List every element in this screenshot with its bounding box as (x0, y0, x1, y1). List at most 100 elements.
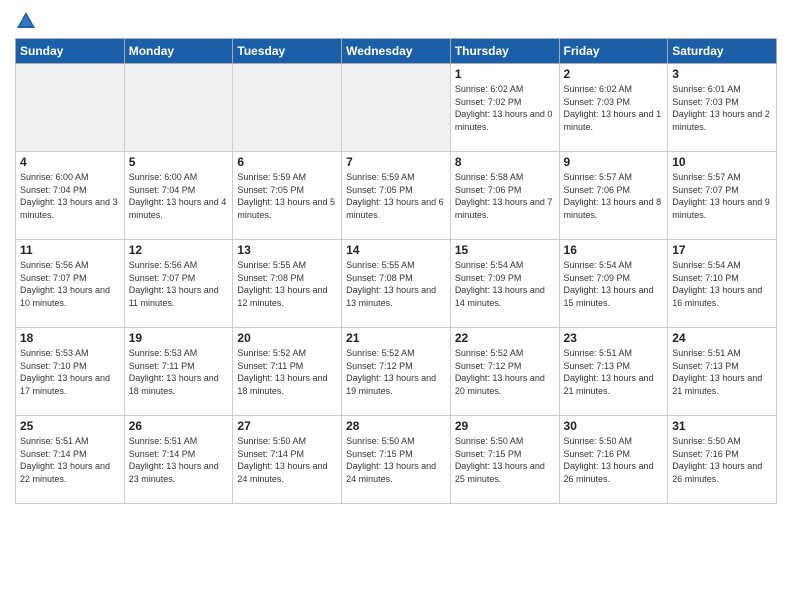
calendar-cell: 3 Sunrise: 6:01 AM Sunset: 7:03 PM Daylig… (668, 64, 777, 152)
day-number: 23 (564, 331, 664, 345)
calendar-cell (124, 64, 233, 152)
calendar-cell: 22 Sunrise: 5:52 AM Sunset: 7:12 PM Dayli… (450, 328, 559, 416)
calendar-cell: 28 Sunrise: 5:50 AM Sunset: 7:15 PM Dayli… (342, 416, 451, 504)
calendar-cell: 7Sunrise: 5:59 AM Sunset: 7:05 PM Daylig… (342, 152, 451, 240)
day-number: 10 (672, 155, 772, 169)
weekday-tuesday: Tuesday (233, 39, 342, 64)
day-number: 19 (129, 331, 229, 345)
calendar-cell: 17 Sunrise: 5:54 AM Sunset: 7:10 PM Dayli… (668, 240, 777, 328)
day-number: 16 (564, 243, 664, 257)
calendar-table: SundayMondayTuesdayWednesdayThursdayFrid… (15, 38, 777, 504)
day-number: 11 (20, 243, 120, 257)
day-number: 31 (672, 419, 772, 433)
day-info: Sunrise: 5:50 AM Sunset: 7:15 PM Dayligh… (346, 435, 446, 485)
day-number: 17 (672, 243, 772, 257)
calendar-body: 1 Sunrise: 6:02 AM Sunset: 7:02 PM Daylig… (16, 64, 777, 504)
calendar-cell: 13 Sunrise: 5:55 AM Sunset: 7:08 PM Dayli… (233, 240, 342, 328)
day-info: Sunrise: 5:51 AM Sunset: 7:13 PM Dayligh… (564, 347, 664, 397)
day-number: 7 (346, 155, 446, 169)
day-number: 22 (455, 331, 555, 345)
calendar-cell: 5 Sunrise: 6:00 AM Sunset: 7:04 PM Daylig… (124, 152, 233, 240)
calendar-cell: 29Sunrise: 5:50 AM Sunset: 7:15 PM Dayli… (450, 416, 559, 504)
weekday-monday: Monday (124, 39, 233, 64)
day-info: Sunrise: 5:58 AM Sunset: 7:06 PM Dayligh… (455, 171, 555, 221)
day-number: 28 (346, 419, 446, 433)
day-number: 27 (237, 419, 337, 433)
calendar-cell: 31 Sunrise: 5:50 AM Sunset: 7:16 PM Dayli… (668, 416, 777, 504)
day-info: Sunrise: 5:54 AM Sunset: 7:09 PM Dayligh… (455, 259, 555, 309)
day-info: Sunrise: 6:00 AM Sunset: 7:04 PM Dayligh… (129, 171, 229, 221)
day-info: Sunrise: 5:52 AM Sunset: 7:12 PM Dayligh… (346, 347, 446, 397)
day-number: 4 (20, 155, 120, 169)
calendar-cell (233, 64, 342, 152)
day-number: 2 (564, 67, 664, 81)
weekday-row: SundayMondayTuesdayWednesdayThursdayFrid… (16, 39, 777, 64)
day-info: Sunrise: 5:51 AM Sunset: 7:14 PM Dayligh… (20, 435, 120, 485)
day-number: 9 (564, 155, 664, 169)
day-number: 20 (237, 331, 337, 345)
day-info: Sunrise: 5:56 AM Sunset: 7:07 PM Dayligh… (129, 259, 229, 309)
header (15, 10, 777, 32)
day-number: 3 (672, 67, 772, 81)
calendar-cell: 30Sunrise: 5:50 AM Sunset: 7:16 PM Dayli… (559, 416, 668, 504)
day-info: Sunrise: 5:50 AM Sunset: 7:16 PM Dayligh… (564, 435, 664, 485)
day-info: Sunrise: 5:50 AM Sunset: 7:16 PM Dayligh… (672, 435, 772, 485)
day-info: Sunrise: 6:02 AM Sunset: 7:02 PM Dayligh… (455, 83, 555, 133)
day-number: 12 (129, 243, 229, 257)
calendar-cell: 18Sunrise: 5:53 AM Sunset: 7:10 PM Dayli… (16, 328, 125, 416)
day-info: Sunrise: 6:01 AM Sunset: 7:03 PM Dayligh… (672, 83, 772, 133)
page: SundayMondayTuesdayWednesdayThursdayFrid… (0, 0, 792, 612)
day-info: Sunrise: 5:57 AM Sunset: 7:07 PM Dayligh… (672, 171, 772, 221)
day-number: 29 (455, 419, 555, 433)
calendar-cell: 15 Sunrise: 5:54 AM Sunset: 7:09 PM Dayli… (450, 240, 559, 328)
day-number: 5 (129, 155, 229, 169)
weekday-sunday: Sunday (16, 39, 125, 64)
day-info: Sunrise: 5:53 AM Sunset: 7:11 PM Dayligh… (129, 347, 229, 397)
calendar-cell: 11 Sunrise: 5:56 AM Sunset: 7:07 PM Dayli… (16, 240, 125, 328)
calendar-cell: 4 Sunrise: 6:00 AM Sunset: 7:04 PM Daylig… (16, 152, 125, 240)
calendar-cell: 10 Sunrise: 5:57 AM Sunset: 7:07 PM Dayli… (668, 152, 777, 240)
day-number: 13 (237, 243, 337, 257)
week-row-1: 1 Sunrise: 6:02 AM Sunset: 7:02 PM Daylig… (16, 64, 777, 152)
day-number: 1 (455, 67, 555, 81)
day-info: Sunrise: 5:55 AM Sunset: 7:08 PM Dayligh… (346, 259, 446, 309)
day-info: Sunrise: 6:02 AM Sunset: 7:03 PM Dayligh… (564, 83, 664, 133)
day-info: Sunrise: 5:57 AM Sunset: 7:06 PM Dayligh… (564, 171, 664, 221)
day-info: Sunrise: 5:50 AM Sunset: 7:14 PM Dayligh… (237, 435, 337, 485)
day-info: Sunrise: 5:54 AM Sunset: 7:09 PM Dayligh… (564, 259, 664, 309)
weekday-thursday: Thursday (450, 39, 559, 64)
day-number: 26 (129, 419, 229, 433)
calendar-cell: 1 Sunrise: 6:02 AM Sunset: 7:02 PM Daylig… (450, 64, 559, 152)
day-number: 25 (20, 419, 120, 433)
day-info: Sunrise: 5:54 AM Sunset: 7:10 PM Dayligh… (672, 259, 772, 309)
calendar-cell: 12 Sunrise: 5:56 AM Sunset: 7:07 PM Dayli… (124, 240, 233, 328)
week-row-4: 18Sunrise: 5:53 AM Sunset: 7:10 PM Dayli… (16, 328, 777, 416)
day-number: 6 (237, 155, 337, 169)
weekday-wednesday: Wednesday (342, 39, 451, 64)
day-info: Sunrise: 5:59 AM Sunset: 7:05 PM Dayligh… (237, 171, 337, 221)
day-info: Sunrise: 5:53 AM Sunset: 7:10 PM Dayligh… (20, 347, 120, 397)
calendar-cell: 14Sunrise: 5:55 AM Sunset: 7:08 PM Dayli… (342, 240, 451, 328)
calendar-cell: 27 Sunrise: 5:50 AM Sunset: 7:14 PM Dayli… (233, 416, 342, 504)
week-row-5: 25 Sunrise: 5:51 AM Sunset: 7:14 PM Dayli… (16, 416, 777, 504)
logo-icon (15, 10, 37, 32)
day-info: Sunrise: 5:55 AM Sunset: 7:08 PM Dayligh… (237, 259, 337, 309)
calendar-cell: 24Sunrise: 5:51 AM Sunset: 7:13 PM Dayli… (668, 328, 777, 416)
calendar-cell: 19 Sunrise: 5:53 AM Sunset: 7:11 PM Dayli… (124, 328, 233, 416)
day-info: Sunrise: 6:00 AM Sunset: 7:04 PM Dayligh… (20, 171, 120, 221)
day-info: Sunrise: 5:56 AM Sunset: 7:07 PM Dayligh… (20, 259, 120, 309)
day-info: Sunrise: 5:51 AM Sunset: 7:13 PM Dayligh… (672, 347, 772, 397)
calendar-cell: 6 Sunrise: 5:59 AM Sunset: 7:05 PM Daylig… (233, 152, 342, 240)
calendar-cell: 2 Sunrise: 6:02 AM Sunset: 7:03 PM Daylig… (559, 64, 668, 152)
logo (15, 10, 40, 32)
day-number: 8 (455, 155, 555, 169)
calendar-cell: 16 Sunrise: 5:54 AM Sunset: 7:09 PM Dayli… (559, 240, 668, 328)
calendar-cell: 26Sunrise: 5:51 AM Sunset: 7:14 PM Dayli… (124, 416, 233, 504)
day-number: 15 (455, 243, 555, 257)
week-row-3: 11 Sunrise: 5:56 AM Sunset: 7:07 PM Dayli… (16, 240, 777, 328)
calendar-cell: 9 Sunrise: 5:57 AM Sunset: 7:06 PM Daylig… (559, 152, 668, 240)
calendar-cell: 25 Sunrise: 5:51 AM Sunset: 7:14 PM Dayli… (16, 416, 125, 504)
day-info: Sunrise: 5:52 AM Sunset: 7:12 PM Dayligh… (455, 347, 555, 397)
weekday-saturday: Saturday (668, 39, 777, 64)
calendar-cell: 20Sunrise: 5:52 AM Sunset: 7:11 PM Dayli… (233, 328, 342, 416)
